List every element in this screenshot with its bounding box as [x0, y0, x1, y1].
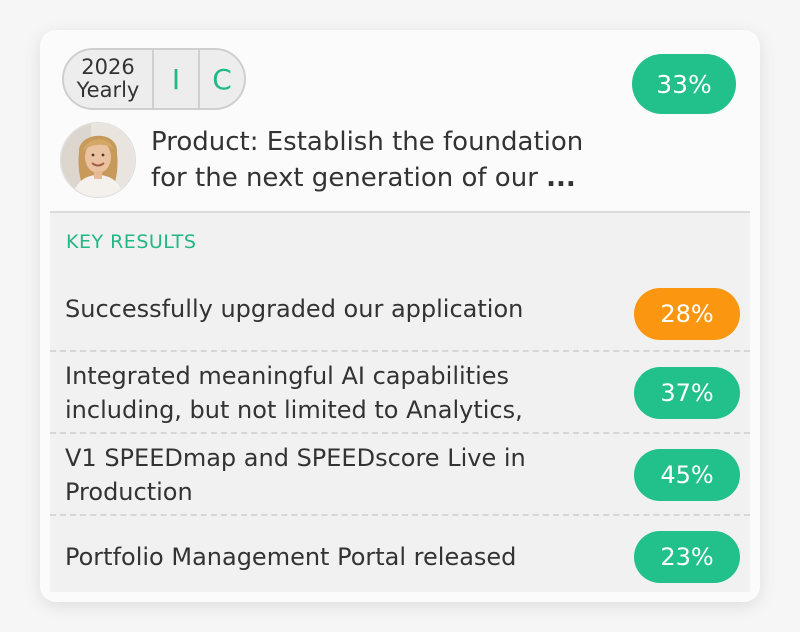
objective-title-ellipsis: ...	[546, 163, 576, 193]
key-result-row[interactable]: V1 SPEEDmap and SPEEDscore Live in Produ…	[50, 432, 750, 516]
tag-c[interactable]: C	[200, 50, 244, 108]
period-year: 2026	[81, 55, 135, 79]
key-results-panel: KEY RESULTS Successfully upgraded our ap…	[50, 213, 750, 592]
key-result-progress-badge: 28%	[634, 288, 740, 340]
objective-title-line-2-text: for the next generation of our	[151, 163, 538, 193]
objective-card[interactable]: 2026 Yearly I C 33% Product: Establish t…	[40, 30, 760, 602]
key-result-line-2: including, but not limited to Analytics,	[65, 396, 523, 424]
key-result-row[interactable]: Integrated meaningful AI capabilities in…	[50, 350, 750, 434]
key-result-text: Successfully upgraded our application	[65, 268, 625, 350]
key-result-text: Portfolio Management Portal released	[65, 516, 625, 598]
key-result-progress-badge: 37%	[634, 367, 740, 419]
period-tag[interactable]: 2026 Yearly	[64, 50, 154, 108]
key-result-line-2: Production	[65, 478, 193, 506]
key-result-line-1: Portfolio Management Portal released	[65, 543, 517, 571]
objective-title-line-1: Product: Establish the foundation	[151, 127, 584, 157]
key-result-progress-badge: 45%	[634, 449, 740, 501]
key-result-line-1: Successfully upgraded our application	[65, 295, 524, 323]
user-avatar-icon	[61, 123, 135, 197]
period-type: Yearly	[76, 78, 140, 102]
key-result-line-1: Integrated meaningful AI capabilities	[65, 362, 509, 390]
objective-progress-badge: 33%	[632, 54, 736, 114]
key-results-heading: KEY RESULTS	[66, 231, 197, 253]
objective-tags: 2026 Yearly I C	[62, 48, 246, 110]
tag-i[interactable]: I	[154, 50, 200, 108]
key-result-line-1: V1 SPEEDmap and SPEEDscore Live in	[65, 444, 526, 472]
key-result-text: V1 SPEEDmap and SPEEDscore Live in Produ…	[65, 434, 625, 516]
objective-title-line-2: for the next generation of our ...	[151, 160, 651, 196]
key-result-text: Integrated meaningful AI capabilities in…	[65, 352, 625, 434]
objective-title[interactable]: Product: Establish the foundation for th…	[151, 124, 651, 196]
key-result-progress-badge: 23%	[634, 531, 740, 583]
avatar[interactable]	[60, 122, 136, 198]
key-result-row[interactable]: Successfully upgraded our application 28…	[50, 268, 750, 350]
key-result-row[interactable]: Portfolio Management Portal released 23%	[50, 514, 750, 598]
